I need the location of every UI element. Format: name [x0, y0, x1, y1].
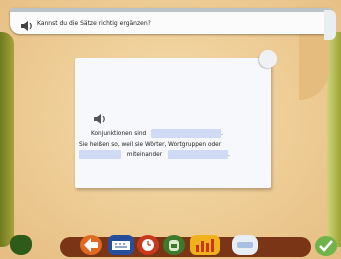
- right-corner-decoration: [299, 30, 329, 100]
- instruction-banner: Kannst du die Sätze richtig ergänzen?: [10, 8, 336, 40]
- checkmark-icon[interactable]: [315, 236, 337, 256]
- banner-top-strip: [10, 8, 332, 12]
- answer-blank-3[interactable]: [167, 150, 228, 159]
- banner-side-tab: [324, 10, 336, 40]
- backpack-icon[interactable]: [163, 235, 185, 255]
- potion-icon[interactable]: [10, 235, 32, 255]
- line1-suffix: .: [221, 131, 223, 137]
- sentence-line-2: Sie heißen so, weil sie Wörter, Wortgrup…: [79, 142, 222, 148]
- clock-icon[interactable]: [137, 235, 159, 255]
- exit-arrow-icon[interactable]: [80, 235, 102, 255]
- answer-blank-1[interactable]: [151, 129, 222, 138]
- eraser-icon[interactable]: [232, 235, 258, 255]
- instruction-text: Kannst du die Sätze richtig ergänzen?: [37, 20, 151, 27]
- sentence-line-3: miteinander .: [79, 150, 230, 159]
- right-decoration: [327, 32, 341, 247]
- chart-icon[interactable]: [190, 235, 220, 255]
- line3-middle: miteinander: [126, 152, 163, 158]
- speaker-icon[interactable]: [93, 113, 107, 125]
- answer-blank-2[interactable]: [79, 150, 121, 159]
- exercise-paper: Konjunktionen sind . Sie heißen so, weil…: [75, 50, 277, 188]
- sentence-line-1: Konjunktionen sind .: [91, 129, 223, 138]
- learning-app-window: Kannst du die Sätze richtig ergänzen? Ko…: [0, 0, 341, 259]
- bottom-toolbar: [0, 231, 341, 259]
- keyboard-icon[interactable]: [108, 235, 134, 255]
- speaker-icon[interactable]: [20, 20, 34, 32]
- line1-prefix: Konjunktionen sind: [91, 131, 147, 137]
- line3-suffix: .: [227, 152, 230, 158]
- left-decoration: [0, 32, 14, 247]
- paper-curl: [259, 50, 277, 68]
